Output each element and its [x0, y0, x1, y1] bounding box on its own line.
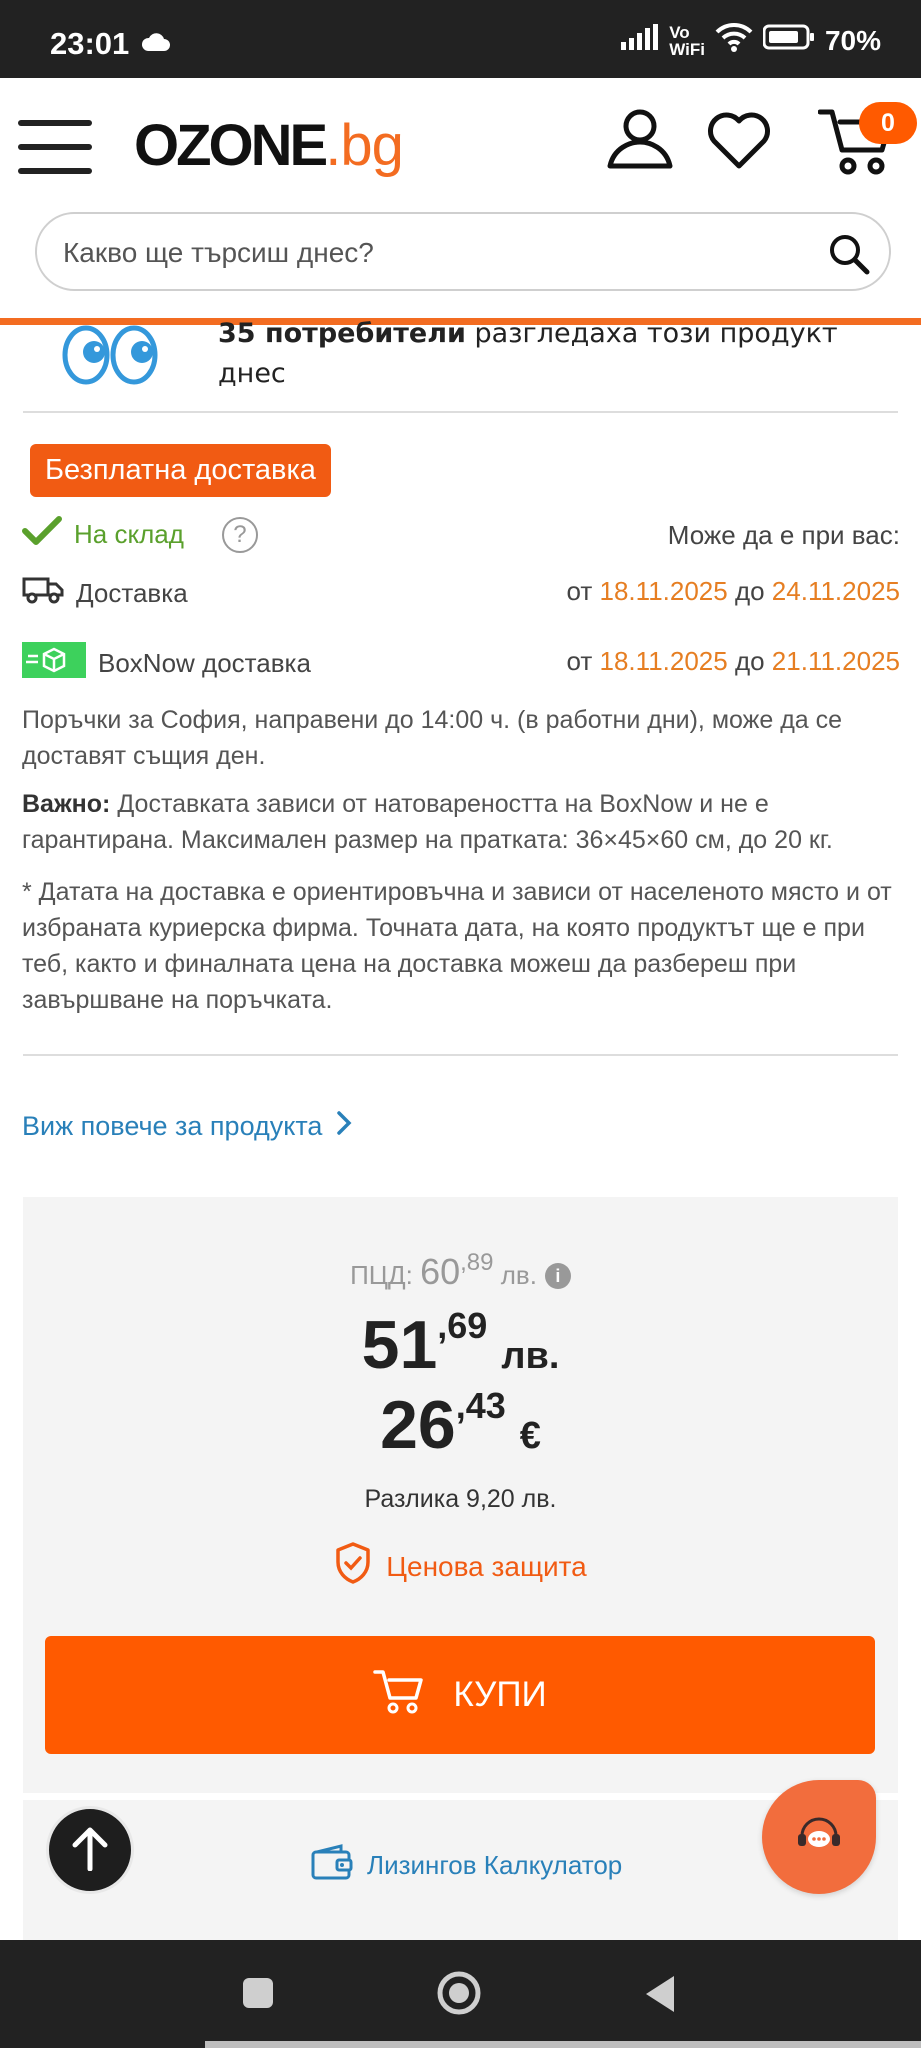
- pcd-int: 60: [420, 1251, 461, 1292]
- site-header: OZONE.bg: [0, 78, 921, 208]
- bgn-int: 51: [361, 1307, 438, 1383]
- info-icon[interactable]: i: [544, 1263, 571, 1289]
- pcd-currency: лв.: [493, 1260, 537, 1290]
- delivery-disclaimer: * Датата на доставка е ориентировъчна и …: [22, 878, 892, 1014]
- price-difference: Разлика 9,20 лв.: [364, 1485, 557, 1513]
- chat-support-button[interactable]: [762, 1780, 876, 1894]
- search-icon[interactable]: [827, 232, 871, 281]
- shield-check-icon: [334, 1541, 372, 1592]
- bgn-currency: лв.: [501, 1335, 560, 1377]
- price-protection-label: Ценова защита: [386, 1550, 587, 1582]
- price-protection[interactable]: Ценова защита: [23, 1541, 898, 1592]
- viewers-count-text: 35 потребители разгледаха този продукт д…: [218, 314, 858, 394]
- chevron-right-icon: [336, 1110, 352, 1143]
- price-box: ПЦД: 60,89 лв. i 51,69лв. 26,43€ Разлика …: [23, 1197, 898, 1798]
- eur-int: 26: [380, 1387, 456, 1463]
- help-icon[interactable]: ?: [221, 516, 258, 553]
- recent-apps-icon[interactable]: [241, 1976, 275, 2015]
- delivery-row: Доставка от 18.11.2025 до 24.11.2025: [22, 576, 900, 616]
- boxnow-row: BoxNow доставка от 18.11.2025 до 21.11.2…: [22, 642, 900, 682]
- arrow-up-icon: [70, 1825, 110, 1876]
- delivery-to-word: до: [727, 576, 772, 606]
- eur-dec: ,43: [455, 1385, 506, 1426]
- boxnow-from-word: от: [566, 646, 600, 676]
- delivery-from-word: от: [566, 576, 600, 606]
- sofia-delivery-info: Поръчки за София, направени до 14:00 ч. …: [22, 706, 843, 770]
- logo-tld: .bg: [325, 113, 404, 178]
- price-bgn: 51,69 лв.: [23, 1305, 898, 1384]
- viewers-count: 35 потребители: [218, 318, 466, 349]
- important-text: Доставката зависи от натовареността на B…: [22, 790, 833, 854]
- buy-label: КУПИ: [453, 1675, 547, 1714]
- wishlist-heart-icon[interactable]: [706, 110, 772, 175]
- delivery-label: Доставка: [76, 578, 188, 608]
- important-label: Важно:: [22, 790, 111, 818]
- status-bar: 23:01 Vo WiFi 70%: [0, 0, 921, 78]
- cloud-icon: [140, 32, 170, 57]
- status-indicators: Vo WiFi 70%: [621, 22, 881, 59]
- view-more-label: Виж повече за продукта: [22, 1111, 323, 1141]
- signal-icon: [621, 24, 659, 57]
- divider: [23, 1054, 898, 1056]
- price-eur: 26,43 €: [23, 1385, 898, 1464]
- system-nav-bar: [0, 1940, 921, 2048]
- home-icon[interactable]: [436, 1970, 482, 2021]
- boxnow-label: BoxNow доставка: [98, 648, 311, 678]
- leasing-calculator-link[interactable]: Лизингов Калкулатор: [311, 1844, 622, 1887]
- boxnow-to-word: до: [727, 646, 772, 676]
- gesture-indicator: [205, 2041, 921, 2048]
- delivery-from-date: 18.11.2025: [599, 576, 728, 606]
- wallet-icon: [311, 1844, 353, 1887]
- in-stock-label: На склад: [74, 519, 184, 549]
- wifi-icon: [715, 22, 753, 59]
- delivery-truck-icon: [22, 576, 64, 611]
- divider: [23, 411, 898, 413]
- free-delivery-badge: Безплатна доставка: [30, 444, 331, 497]
- divider: [23, 1793, 898, 1798]
- checkmark-icon: [22, 516, 62, 553]
- delivery-to-date: 24.11.2025: [771, 576, 900, 606]
- status-time: 23:01: [50, 26, 130, 61]
- boxnow-icon: [22, 642, 86, 685]
- bgn-dec: ,69: [437, 1305, 488, 1346]
- eur-currency: €: [519, 1415, 541, 1457]
- vowifi-bottom: WiFi: [669, 39, 705, 59]
- battery-percent: 70%: [824, 24, 881, 56]
- eyes-icon: [62, 324, 158, 391]
- important-info: Важно: Доставката зависи от натовареност…: [22, 786, 900, 858]
- pcd-dec: ,89: [460, 1249, 494, 1276]
- cart-icon: [373, 1668, 424, 1723]
- scroll-to-top-button[interactable]: [46, 1806, 134, 1894]
- hamburger-menu-icon[interactable]: [18, 120, 92, 174]
- stock-row: На склад ? Може да е при вас:: [22, 516, 900, 556]
- boxnow-from-date: 18.11.2025: [599, 646, 728, 676]
- back-icon[interactable]: [642, 1974, 678, 2019]
- may-be-with-you-label: Може да е при вас:: [667, 520, 900, 550]
- battery-icon: [762, 24, 815, 57]
- headset-chat-icon: [794, 1812, 844, 1863]
- view-more-product-link[interactable]: Виж повече за продукта: [22, 1110, 352, 1143]
- pcd-label: ПЦД:: [350, 1260, 421, 1290]
- delivery-dates: от 18.11.2025 до 24.11.2025: [566, 576, 900, 607]
- search-input[interactable]: [63, 228, 823, 278]
- boxnow-to-date: 21.11.2025: [771, 646, 900, 676]
- ozone-logo[interactable]: OZONE.bg: [134, 112, 404, 179]
- logo-main: OZONE: [134, 113, 328, 178]
- recommended-price: ПЦД: 60,89 лв. i: [23, 1249, 898, 1293]
- cart-count-badge[interactable]: 0: [859, 102, 917, 144]
- vowifi-label: Vo WiFi: [669, 24, 705, 58]
- user-account-icon[interactable]: [606, 108, 674, 175]
- buy-button[interactable]: КУПИ: [45, 1636, 875, 1754]
- boxnow-dates: от 18.11.2025 до 21.11.2025: [566, 646, 900, 677]
- leasing-label: Лизингов Калкулатор: [367, 1850, 623, 1880]
- search-bar: [35, 212, 891, 291]
